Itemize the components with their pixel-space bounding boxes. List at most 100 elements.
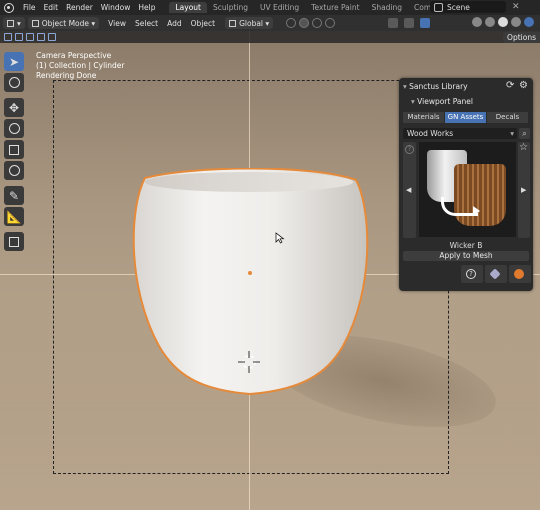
apply-to-mesh-button[interactable]: Apply to Mesh xyxy=(403,251,529,261)
options-button[interactable]: Options xyxy=(503,32,540,43)
vase-rim xyxy=(145,172,353,192)
object-origin xyxy=(248,271,252,275)
select-subtract-icon[interactable] xyxy=(26,33,34,41)
menu-object[interactable]: Object xyxy=(191,19,215,28)
menu-edit[interactable]: Edit xyxy=(40,3,63,12)
mode-dropdown[interactable]: Object Mode ▾ xyxy=(27,17,100,29)
gear-icon[interactable]: ⚙ xyxy=(519,81,528,91)
menu-help[interactable]: Help xyxy=(134,3,159,12)
select-box-icon[interactable] xyxy=(4,33,12,41)
panel-header-icons: ⟳ ⚙ xyxy=(502,81,528,91)
diamond-icon xyxy=(489,268,501,280)
tab-materials[interactable]: Materials xyxy=(403,112,444,123)
tab-sculpting[interactable]: Sculpting xyxy=(207,2,254,13)
refresh-icon[interactable]: ⟳ xyxy=(506,81,515,91)
search-icon[interactable]: ⌕ xyxy=(519,128,530,139)
proportional-edit-icon[interactable] xyxy=(312,18,322,28)
wireframe-shading-icon[interactable] xyxy=(485,17,495,27)
next-asset-button[interactable]: ▶ xyxy=(518,142,530,238)
pivot-icon[interactable] xyxy=(286,18,296,28)
scene-name: Scene xyxy=(447,2,470,12)
move-tool-button[interactable]: ✥ xyxy=(4,98,24,117)
select-intersect-icon[interactable] xyxy=(48,33,56,41)
help-icon[interactable]: ? xyxy=(405,145,414,154)
select-extend-icon[interactable] xyxy=(15,33,23,41)
gizmo-icon[interactable] xyxy=(404,18,414,28)
panel-title[interactable]: Sanctus Library xyxy=(403,82,467,91)
menu-view[interactable]: View xyxy=(108,19,126,28)
question-icon: ? xyxy=(466,269,476,279)
visibility-tools xyxy=(388,18,436,28)
blender-logo-icon[interactable] xyxy=(4,2,14,13)
editor-type-button[interactable]: ▾ xyxy=(3,17,25,29)
cube-icon xyxy=(7,19,14,27)
menu-file[interactable]: File xyxy=(19,3,40,12)
tab-texture-paint[interactable]: Texture Paint xyxy=(305,2,365,13)
menu-window[interactable]: Window xyxy=(97,3,135,12)
asset-preview-thumbnail[interactable] xyxy=(419,142,516,237)
snapping-tools xyxy=(286,18,338,28)
menu-select[interactable]: Select xyxy=(135,19,158,28)
close-icon[interactable]: ✕ xyxy=(512,2,520,12)
transform-tool-button[interactable] xyxy=(4,161,24,180)
render-preview-button[interactable] xyxy=(509,265,531,283)
snap-icon[interactable] xyxy=(299,18,309,28)
rendered-shading-icon[interactable] xyxy=(524,17,534,27)
collection-text: (1) Collection | Cylinder xyxy=(36,61,125,70)
measure-tool-button[interactable]: 📐 xyxy=(4,207,24,226)
overlays-icon[interactable] xyxy=(420,18,430,28)
select-tool-button[interactable]: ➤ xyxy=(4,52,24,71)
menu-add[interactable]: Add xyxy=(167,19,182,28)
tab-layout[interactable]: Layout xyxy=(169,2,207,13)
material-shading-icon[interactable] xyxy=(511,17,521,27)
shading-modes xyxy=(469,17,534,27)
cursor-tool-button[interactable] xyxy=(4,73,24,92)
help-button[interactable]: ? xyxy=(461,265,483,283)
rotate-tool-button[interactable] xyxy=(4,119,24,138)
viewport-subpanel-header[interactable]: Viewport Panel xyxy=(411,97,473,106)
falloff-icon[interactable] xyxy=(325,18,335,28)
xray-icon[interactable] xyxy=(472,17,482,27)
camera-perspective-text: Camera Perspective xyxy=(36,51,112,60)
tool-shelf: ➤ ✥ ✎ 📐 xyxy=(4,52,26,253)
add-cube-tool-button[interactable] xyxy=(4,232,24,251)
solid-shading-icon[interactable] xyxy=(498,17,508,27)
render-icon xyxy=(514,269,524,279)
workspace-tabs: Layout Sculpting UV Editing Texture Pain… xyxy=(169,2,467,13)
visibility-icon[interactable] xyxy=(388,18,398,28)
orientation-dropdown[interactable]: Global ▾ xyxy=(225,17,274,29)
tab-decals[interactable]: Decals xyxy=(487,112,528,123)
cursor-arrow-icon: ➤ xyxy=(8,54,20,69)
pencil-icon: ✎ xyxy=(8,188,20,203)
tab-gn-assets[interactable]: GN Assets xyxy=(445,112,486,123)
select-invert-icon[interactable] xyxy=(37,33,45,41)
tab-shading[interactable]: Shading xyxy=(366,2,408,13)
move-icon: ✥ xyxy=(8,100,20,115)
viewport-info: Camera Perspective (1) Collection | Cyli… xyxy=(36,51,124,81)
tab-uv-editing[interactable]: UV Editing xyxy=(254,2,305,13)
scene-field[interactable]: Scene xyxy=(430,1,506,13)
scale-tool-button[interactable] xyxy=(4,140,24,159)
node-button[interactable] xyxy=(485,265,507,283)
viewport-subbar: Options xyxy=(0,31,540,43)
3d-cursor-icon[interactable] xyxy=(238,351,260,373)
main-menu: File Edit Render Window Help xyxy=(19,3,159,12)
orientation-label: Global xyxy=(239,18,264,28)
mode-label: Object Mode xyxy=(41,18,90,28)
render-status-text: Rendering Done xyxy=(36,71,97,80)
menu-render[interactable]: Render xyxy=(62,3,97,12)
mouse-pointer-icon xyxy=(275,232,285,244)
panel-action-buttons: ? xyxy=(461,265,533,283)
3d-cursor-icon xyxy=(8,77,20,88)
category-dropdown[interactable]: Wood Works xyxy=(403,128,517,139)
chevron-left-icon: ◀ xyxy=(406,186,412,194)
sanctus-library-panel: Sanctus Library ⟳ ⚙ Viewport Panel Mater… xyxy=(399,78,533,291)
top-bar: File Edit Render Window Help Layout Scul… xyxy=(0,0,540,15)
transform-icon xyxy=(8,165,20,176)
favorite-star-icon[interactable]: ☆ xyxy=(519,142,528,153)
annotate-tool-button[interactable]: ✎ xyxy=(4,186,24,205)
asset-name-label: Wicker B xyxy=(449,241,483,250)
3d-viewport[interactable]: Options Camera Perspective (1) Collectio… xyxy=(0,31,540,510)
previous-asset-button[interactable]: ? ◀ xyxy=(403,142,416,238)
axis-icon xyxy=(229,19,237,27)
